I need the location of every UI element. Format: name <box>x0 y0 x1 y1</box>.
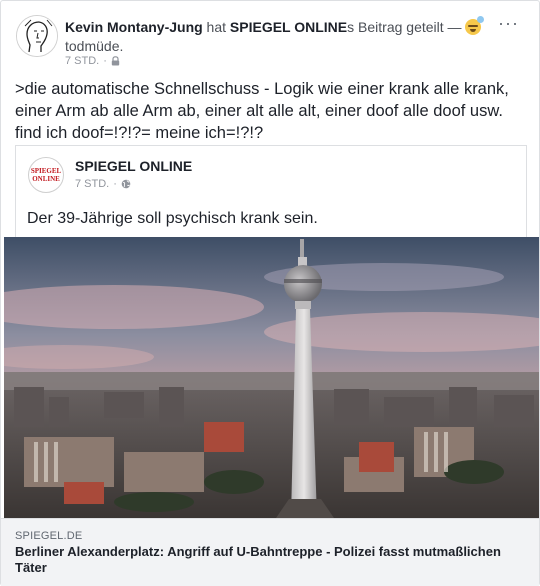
author-avatar[interactable] <box>16 15 58 57</box>
link-domain: SPIEGEL.DE <box>15 530 83 542</box>
action-suffix-text: s Beitrag geteilt — <box>347 19 466 35</box>
avatar-sketch-icon <box>17 16 57 56</box>
more-options-icon[interactable]: ··· <box>498 14 519 32</box>
feed-post-card: Kevin Montany-Jung hat SPIEGEL ONLINEs B… <box>0 0 540 586</box>
berlin-tv-tower-photo <box>4 237 539 518</box>
post-meta: 7 STD. · <box>65 55 120 67</box>
link-preview-footer[interactable]: SPIEGEL.DE Berliner Alexanderplatz: Angr… <box>1 518 539 586</box>
shared-meta-separator: · <box>113 178 117 190</box>
link-headline[interactable]: Berliner Alexanderplatz: Angriff auf U-B… <box>15 544 525 576</box>
logo-text-line2: ONLINE <box>32 175 60 183</box>
meta-separator: · <box>103 55 107 67</box>
globe-icon[interactable] <box>121 179 131 189</box>
logo-text-line1: SPIEGEL <box>30 167 62 175</box>
spiegel-online-logo[interactable]: SPIEGEL ONLINE <box>28 157 64 193</box>
post-timestamp-link[interactable]: 7 STD. <box>65 55 99 67</box>
shared-post-text: Der 39-Jährige soll psychisch krank sein… <box>27 210 318 227</box>
shared-page-name-link[interactable]: SPIEGEL ONLINE <box>75 158 192 174</box>
lock-icon[interactable] <box>111 56 120 66</box>
article-photo[interactable] <box>4 237 539 518</box>
feeling-text: todmüde. <box>65 38 124 54</box>
shared-timestamp-link[interactable]: 7 STD. <box>75 178 109 190</box>
author-name-link[interactable]: Kevin Montany-Jung <box>65 19 203 35</box>
post-body-text: >die automatische Schnellschuss - Logik … <box>15 80 509 142</box>
shared-page-link[interactable]: SPIEGEL ONLINE <box>230 19 347 35</box>
sleepy-emoji-icon <box>465 16 485 35</box>
action-prefix-text: hat <box>202 19 230 35</box>
shared-post-meta: 7 STD. · <box>75 178 131 190</box>
post-header: Kevin Montany-Jung hat SPIEGEL ONLINEs B… <box>65 16 485 56</box>
